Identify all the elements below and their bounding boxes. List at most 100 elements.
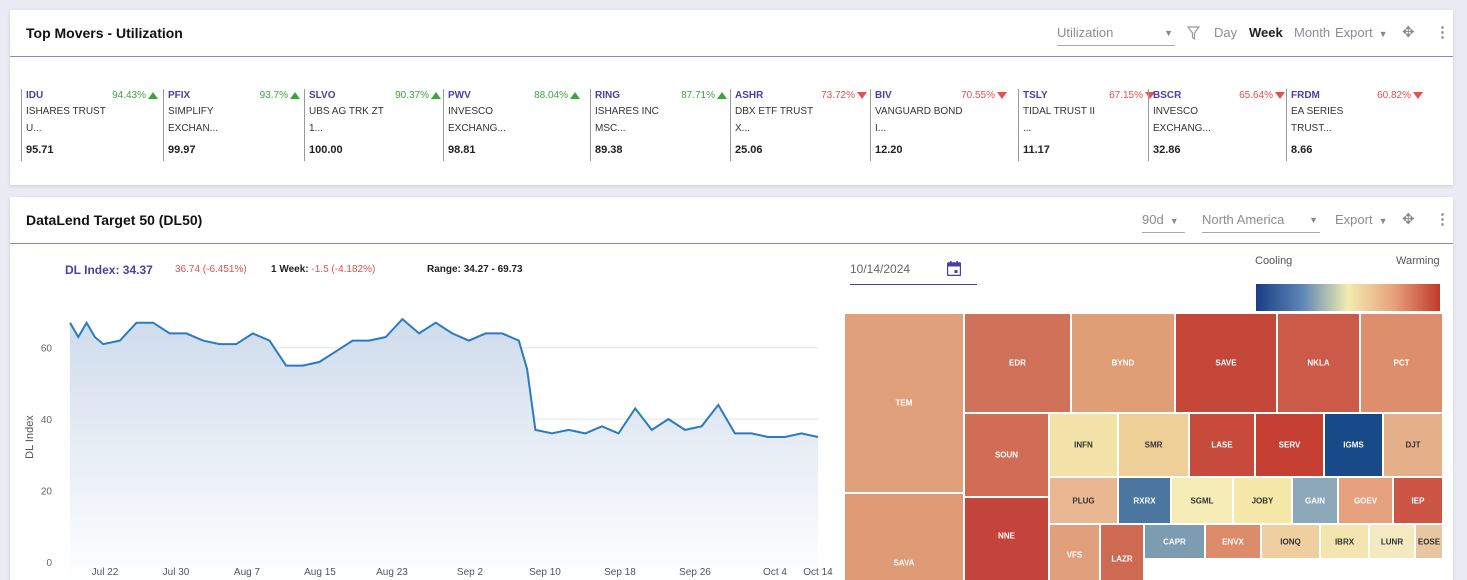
treemap-cell-capr[interactable]: CAPR [1144, 524, 1205, 559]
treemap-cell-label: NNE [998, 531, 1015, 541]
mover-card[interactable]: TSLY 67.15% TIDAL TRUST II... 11.17 [1018, 89, 1155, 161]
more-vertical-icon[interactable]: ⋮ [1435, 23, 1450, 41]
treemap-cell-sava[interactable]: SAVA [844, 493, 964, 580]
more-vertical-icon[interactable]: ⋮ [1435, 210, 1450, 228]
treemap-cell-tem[interactable]: TEM [844, 313, 964, 493]
region-select[interactable]: North America ▼ [1202, 212, 1320, 233]
mover-card[interactable]: IDU 94.43% ISHARES TRUST U... 95.71 [21, 89, 158, 161]
mover-name: EA SERIES [1291, 106, 1344, 117]
treemap-cell-label: IBRX [1334, 537, 1355, 546]
treemap-cell-label: ENVX [1222, 537, 1244, 546]
period-select-value: 90d [1142, 212, 1164, 227]
mover-ticker: BSCR [1153, 90, 1182, 101]
treemap-cell-djt[interactable]: DJT [1383, 413, 1443, 477]
treemap-cell-label: PLUG [1072, 496, 1095, 505]
treemap-cell-plug[interactable]: PLUG [1049, 477, 1118, 524]
triangle-up-icon [717, 92, 727, 99]
treemap-cell-igms[interactable]: IGMS [1324, 413, 1383, 477]
treemap-cell-ibrx[interactable]: IBRX [1320, 524, 1369, 559]
filter-icon[interactable] [1187, 26, 1200, 40]
chevron-down-icon: ▼ [1378, 29, 1388, 39]
mover-name-cont: TRUST... [1291, 123, 1332, 134]
treemap-cell-save[interactable]: SAVE [1175, 313, 1277, 413]
treemap-cell-sgml[interactable]: SGML [1171, 477, 1233, 524]
treemap-cell-smr[interactable]: SMR [1118, 413, 1189, 477]
treemap-cell-bynd[interactable]: BYND [1071, 313, 1175, 413]
mover-value: 99.97 [168, 144, 196, 156]
export-menu[interactable]: Export ▼ [1335, 212, 1388, 227]
treemap-cell-lazr[interactable]: LAZR [1100, 524, 1144, 580]
period-select[interactable]: 90d ▼ [1142, 212, 1185, 233]
mover-card[interactable]: ASHR 73.72% DBX ETF TRUST X... 25.06 [730, 89, 867, 161]
treemap-cell-lunr[interactable]: LUNR [1369, 524, 1415, 559]
mover-change: 90.37% [395, 90, 429, 101]
y-tick-label: 40 [41, 415, 53, 426]
export-label: Export [1335, 212, 1373, 227]
metric-select[interactable]: Utilization ▼ [1057, 25, 1175, 46]
treemap-cell-pct[interactable]: PCT [1360, 313, 1443, 413]
export-label: Export [1335, 25, 1373, 40]
treemap-cell-label: TEM [895, 398, 913, 408]
treemap-cell-eose[interactable]: EOSE [1415, 524, 1443, 559]
chevron-down-icon: ▼ [1164, 28, 1173, 38]
mover-card[interactable]: PFIX 93.7% SIMPLIFY EXCHAN... 99.97 [163, 89, 300, 161]
triangle-down-icon [1413, 92, 1423, 99]
mover-card[interactable]: FRDM 60.82% EA SERIES TRUST... 8.66 [1286, 89, 1423, 161]
mover-ticker: ASHR [735, 90, 764, 101]
treemap-cell-label: CAPR [1163, 537, 1186, 546]
move-icon[interactable]: ✥ [1402, 210, 1415, 228]
mover-change: 70.55% [961, 90, 995, 101]
color-scale-legend [1256, 284, 1440, 311]
treemap-cell-label: IONQ [1280, 537, 1301, 546]
mover-name: ISHARES TRUST [26, 106, 106, 117]
divider [1148, 89, 1149, 161]
treemap-cell-iep[interactable]: IEP [1393, 477, 1443, 524]
date-picker[interactable]: 10/14/2024 [850, 257, 977, 285]
divider [590, 89, 591, 161]
treemap-cell-goev[interactable]: GOEV [1338, 477, 1393, 524]
treemap-cell-ionq[interactable]: IONQ [1261, 524, 1320, 559]
mover-name-cont: ... [1023, 123, 1032, 134]
treemap-cell-nne[interactable]: NNE [964, 497, 1049, 580]
calendar-icon[interactable] [947, 261, 961, 276]
treemap-cell-serv[interactable]: SERV [1255, 413, 1324, 477]
dl50-panel: DataLend Target 50 (DL50) 90d ▼ North Ame… [10, 197, 1453, 580]
mover-card[interactable]: SLVO 90.37% UBS AG TRK ZT 1... 100.00 [304, 89, 441, 161]
mover-ticker: BIV [875, 90, 892, 101]
treemap-cell-joby[interactable]: JOBY [1233, 477, 1292, 524]
date-input[interactable]: 10/14/2024 [850, 262, 910, 276]
range-month[interactable]: Month [1294, 25, 1330, 40]
treemap-cell-label: GOEV [1353, 496, 1378, 505]
mover-card[interactable]: RING 87.71% ISHARES INC MSC... 89.38 [590, 89, 727, 161]
treemap-cell-soun[interactable]: SOUN [964, 413, 1049, 497]
export-menu[interactable]: Export ▼ [1335, 25, 1388, 40]
treemap-cell-label: SAVA [893, 558, 915, 568]
treemap-cell-vfs[interactable]: VFS [1049, 524, 1100, 580]
range-week[interactable]: Week [1249, 25, 1283, 40]
treemap-cell-gain[interactable]: GAIN [1292, 477, 1338, 524]
treemap-cell-envx[interactable]: ENVX [1205, 524, 1261, 559]
divider [730, 89, 731, 161]
treemap-cell-edr[interactable]: EDR [964, 313, 1071, 413]
triangle-up-icon [148, 92, 158, 99]
mover-change: 60.82% [1377, 90, 1411, 101]
mover-card[interactable]: BIV 70.55% VANGUARD BOND I... 12.20 [870, 89, 1007, 161]
region-select-value: North America [1202, 212, 1285, 227]
mover-name: DBX ETF TRUST [735, 106, 814, 117]
mover-card[interactable]: PWV 88.04% INVESCO EXCHANG... 98.81 [443, 89, 580, 161]
mover-change: 67.15% [1109, 90, 1143, 101]
mover-value: 8.66 [1291, 144, 1313, 156]
treemap-cell-infn[interactable]: INFN [1049, 413, 1118, 477]
mover-card[interactable]: BSCR 65.64% INVESCO EXCHANG... 32.86 [1148, 89, 1285, 161]
series-area [70, 319, 818, 580]
move-icon[interactable]: ✥ [1402, 23, 1415, 41]
range-day[interactable]: Day [1214, 25, 1237, 40]
treemap-cell-rxrx[interactable]: RXRX [1118, 477, 1171, 524]
mover-name: ISHARES INC [595, 106, 659, 117]
treemap-cell-nkla[interactable]: NKLA [1277, 313, 1360, 413]
treemap-cell-label: IGMS [1343, 440, 1364, 450]
chevron-down-icon: ▼ [1378, 216, 1388, 226]
x-tick-label: Aug 15 [304, 567, 336, 578]
treemap-cell-lase[interactable]: LASE [1189, 413, 1255, 477]
mover-value: 100.00 [309, 144, 343, 156]
